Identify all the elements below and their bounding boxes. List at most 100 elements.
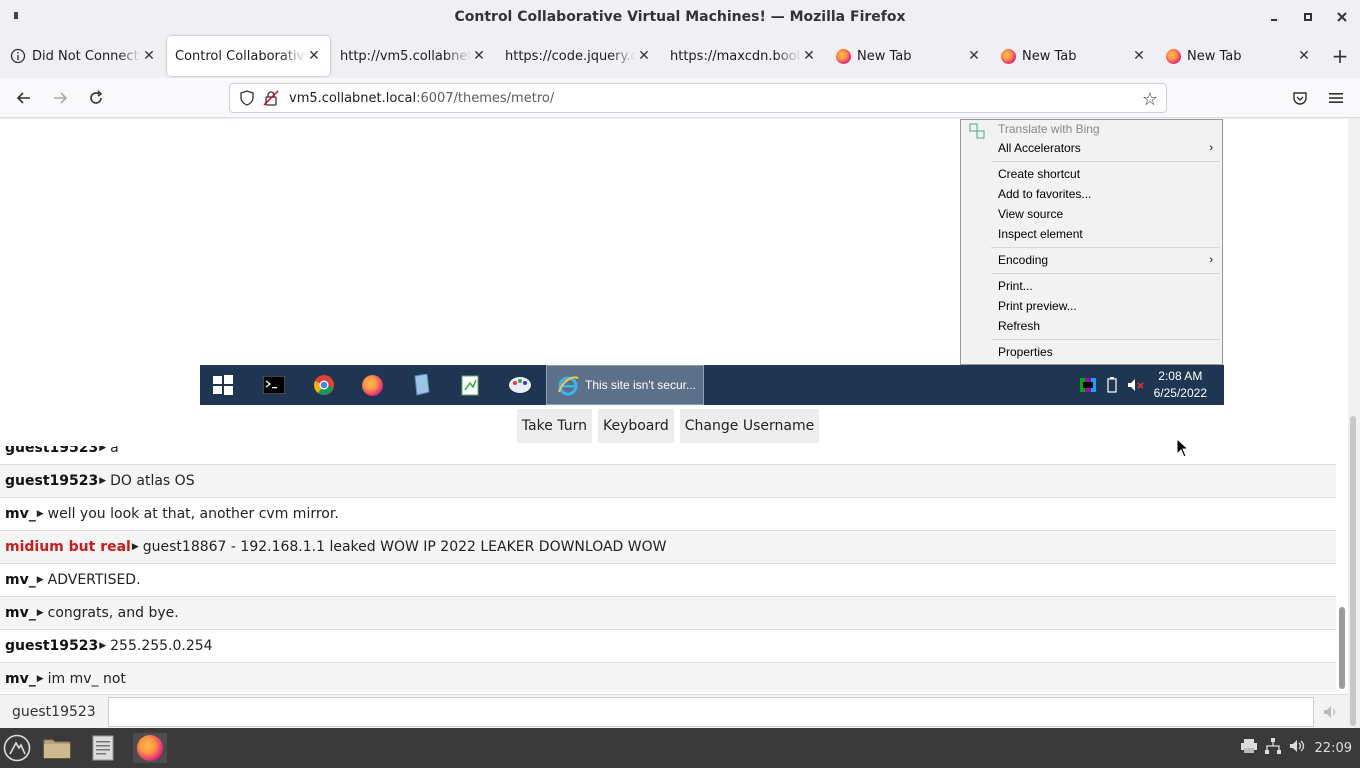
tab-code-jquery[interactable]: https://code.jquery.com/ ✕ [497,36,660,76]
ctx-properties[interactable]: Properties [998,343,1053,361]
ctx-print-preview[interactable]: Print preview... [998,297,1077,315]
host-clock[interactable]: 22:09 [1315,741,1352,756]
back-arrow-icon[interactable] [12,86,36,110]
reload-icon[interactable] [84,86,108,110]
ctx-encoding[interactable]: Encoding › [998,251,1213,269]
vm-context-menu: Translate with Bing All Accelerators › Cr… [960,119,1223,365]
windows-start-icon[interactable] [211,373,235,397]
ctx-separator [991,161,1220,162]
host-taskbar: 22:09 [0,728,1360,768]
chat-username: guest19523 [5,473,99,489]
printer-icon[interactable] [1240,739,1257,757]
ctx-add-to-favorites[interactable]: Add to favorites... [998,185,1091,203]
tab-close-icon[interactable]: ✕ [1131,48,1147,64]
tab-label: New Tab [1022,48,1077,64]
url-host: vm5.collabnet.local [289,90,417,106]
notepad-plus-icon[interactable] [458,373,482,397]
tracking-protection-shield-icon[interactable] [239,90,255,106]
app-menu-icon[interactable] [2,733,32,763]
ctx-view-source[interactable]: View source [998,205,1063,223]
tab-maxcdn-bootstrap[interactable]: https://maxcdn.bootstrapcdn.com/ ✕ [662,36,825,76]
pocket-icon[interactable] [1288,86,1312,110]
volume-icon[interactable] [1289,738,1307,758]
tab-label: https://code.jquery.com/ [505,48,636,64]
vm-date: 6/25/2022 [1153,386,1207,400]
ctx-print[interactable]: Print... [998,277,1033,295]
keyboard-button[interactable]: Keyboard [597,409,674,443]
chat-message: mv_ ▶ well you look at that, another cvm m… [0,498,1336,531]
close-icon[interactable] [1330,6,1354,28]
tab-did-not-connect[interactable]: Did Not Connect: Potential Security Issu… [2,36,165,76]
tab-new-tab[interactable]: New Tab ✕ [827,36,990,76]
tab-new-tab[interactable]: New Tab ✕ [992,36,1155,76]
firefox-taskbar-icon[interactable] [133,733,167,763]
ctx-label: All Accelerators [998,141,1081,155]
vm-controls: Take Turn Keyboard Change Username [0,409,1360,443]
info-icon [10,48,26,64]
battery-icon[interactable] [1100,373,1124,397]
chat-arrow-icon: ▶ [99,476,107,486]
chat-scrollbar-thumb[interactable] [1339,607,1345,689]
cmd-icon[interactable] [262,373,286,397]
ctx-label: Encoding [998,253,1049,267]
ctx-all-accelerators[interactable]: All Accelerators › [998,139,1213,157]
vm-time: 2:08 AM [1158,369,1203,383]
file-viewer-icon[interactable] [409,373,433,397]
chat-arrow-icon: ▶ [36,608,44,618]
tab-close-icon[interactable]: ✕ [636,48,652,64]
tab-control-collaborative[interactable]: Control Collaborative Virtual Machines! … [167,36,330,76]
chat-arrow-icon: ▶ [131,542,139,552]
paint-icon[interactable] [508,373,532,397]
url-bar[interactable]: vm5.collabnet.local:6007/themes/metro/ ☆ [229,83,1167,113]
chat-arrow-icon: ▶ [99,641,107,651]
volume-muted-icon[interactable] [1124,373,1148,397]
text-editor-icon[interactable] [88,733,118,763]
vm-screen[interactable]: Translate with Bing All Accelerators › Cr… [200,119,1224,405]
insecure-lock-icon[interactable] [263,90,279,106]
chrome-icon[interactable] [312,373,336,397]
forward-arrow-icon[interactable] [48,86,72,110]
hamburger-menu-icon[interactable] [1324,86,1348,110]
tab-vm5-collabnet[interactable]: http://vm5.collabnet.local:6007/ ✕ [332,36,495,76]
ctx-refresh[interactable]: Refresh [998,317,1040,335]
tab-label: https://maxcdn.bootstrapcdn.com/ [670,48,801,64]
change-username-button[interactable]: Change Username [679,409,820,443]
chat-message-input[interactable] [108,697,1314,727]
tab-close-icon[interactable]: ✕ [801,48,817,64]
tab-close-icon[interactable]: ✕ [966,48,982,64]
chat-message: guest19523 ▶ 255.255.0.254 [0,630,1336,663]
tab-label: New Tab [1187,48,1242,64]
window-menu-icon[interactable] [14,12,18,19]
vm-taskbar-ie-window[interactable]: This site isn't secur... [546,365,704,405]
take-turn-button[interactable]: Take Turn [516,409,592,443]
tab-close-icon[interactable]: ✕ [1296,48,1312,64]
new-tab-plus-icon[interactable]: + [1328,44,1352,68]
tab-close-icon[interactable]: ✕ [471,48,487,64]
window-titlebar: Control Collaborative Virtual Machines! … [0,0,1360,34]
network-icon[interactable] [1264,738,1281,758]
color-grid-icon[interactable] [1076,373,1100,397]
translate-icon [969,123,985,139]
minimize-icon[interactable] [1262,6,1286,28]
firefox-icon [835,48,851,64]
file-manager-icon[interactable] [42,733,72,763]
system-tray: 22:09 [1240,728,1352,768]
vm-clock[interactable]: 2:08 AM 6/25/2022 [1154,368,1207,402]
tab-close-icon[interactable]: ✕ [306,48,322,64]
maximize-icon[interactable] [1296,6,1320,28]
chat-text: guest18867 - 192.168.1.1 leaked WOW IP 2… [142,539,667,555]
chat-log[interactable]: guest19523 ▶ a guest19523 ▶ DO atlas OS mv_ ▶… [0,446,1336,692]
ctx-separator [991,273,1220,274]
ctx-create-shortcut[interactable]: Create shortcut [998,165,1080,183]
chat-text: im mv_ not [47,671,126,687]
page-content: Translate with Bing All Accelerators › Cr… [0,119,1360,728]
page-scrollbar-thumb[interactable] [1350,416,1356,726]
firefox-icon[interactable] [360,373,384,397]
ctx-inspect-element[interactable]: Inspect element [998,225,1083,243]
tab-new-tab[interactable]: New Tab ✕ [1157,36,1320,76]
chat-input-row: guest19523 [0,694,1348,728]
chat-message: midium but real ▶ guest18867 - 192.168.1.1… [0,531,1336,564]
bookmark-star-icon[interactable]: ☆ [1140,89,1160,110]
tab-close-icon[interactable]: ✕ [141,48,157,64]
speaker-icon[interactable] [1322,704,1338,720]
